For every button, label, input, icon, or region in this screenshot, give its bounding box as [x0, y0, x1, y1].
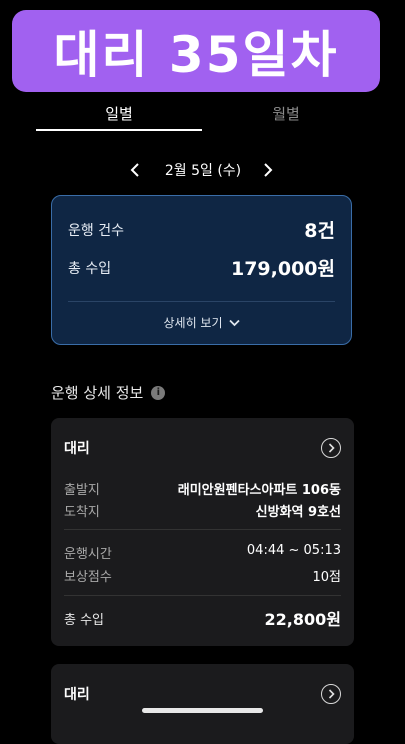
card-divider — [64, 595, 341, 596]
card-divider — [64, 529, 341, 530]
trip-detail-button[interactable] — [321, 684, 341, 704]
title-banner: 대리 35일차 — [12, 10, 380, 92]
income-row: 총 수입 179,000원 — [68, 254, 335, 281]
trip-card-header: 대리 — [64, 438, 341, 458]
drive-time-row: 운행시간 04:44 ~ 05:13 — [64, 543, 341, 562]
info-icon[interactable]: i — [151, 385, 166, 400]
arrival-value: 신방화역 9호선 — [255, 505, 341, 520]
trip-type: 대리 — [64, 687, 90, 703]
drive-time-value: 04:44 ~ 05:13 — [246, 543, 341, 558]
home-indicator[interactable] — [142, 708, 263, 713]
section-title-text: 운행 상세 정보 — [51, 384, 144, 402]
departure-row: 출발지 래미안원펜타스아파트 106동 — [64, 479, 341, 498]
reward-points-value: 10점 — [312, 570, 341, 585]
active-tab-indicator — [36, 129, 202, 131]
show-details-label: 상세히 보기 — [163, 316, 223, 330]
chevron-left-icon — [130, 163, 139, 177]
tab-monthly[interactable]: 월별 — [203, 96, 369, 130]
chevron-down-icon — [228, 319, 240, 326]
trip-card-header: 대리 — [64, 684, 341, 704]
income-value: 179,000원 — [230, 258, 335, 280]
trip-type: 대리 — [64, 441, 90, 457]
trip-card[interactable]: 대리 — [51, 664, 354, 744]
trips-row: 운행 건수 8건 — [68, 216, 335, 243]
prev-date-button[interactable] — [123, 158, 147, 182]
arrival-label: 도착지 — [64, 505, 100, 520]
departure-value: 래미안원펜타스아파트 106동 — [177, 483, 341, 498]
chevron-right-icon — [328, 443, 335, 453]
departure-label: 출발지 — [64, 483, 100, 498]
trips-value: 8건 — [304, 220, 335, 242]
chevron-right-icon — [328, 689, 335, 699]
date-navigator: 2월 5일 (수) — [0, 156, 405, 184]
trip-detail-button[interactable] — [321, 438, 341, 458]
reward-points-label: 보상점수 — [64, 570, 112, 585]
arrival-row: 도착지 신방화역 9호선 — [64, 501, 341, 520]
current-date: 2월 5일 (수) — [164, 163, 242, 179]
trips-label: 운행 건수 — [68, 222, 124, 239]
show-details-button[interactable]: 상세히 보기 — [52, 314, 351, 331]
income-label: 총 수입 — [68, 260, 112, 277]
drive-time-label: 운행시간 — [64, 547, 112, 562]
tab-daily[interactable]: 일별 — [36, 96, 202, 130]
daily-summary-card: 운행 건수 8건 총 수입 179,000원 상세히 보기 — [51, 195, 352, 345]
reward-points-row: 보상점수 10점 — [64, 566, 341, 585]
section-title: 운행 상세 정보 i — [51, 382, 166, 403]
trip-total-row: 총 수입 22,800원 — [64, 606, 341, 630]
trip-total-label: 총 수입 — [64, 612, 105, 628]
chevron-right-icon — [264, 163, 273, 177]
trip-card[interactable]: 대리 출발지 래미안원펜타스아파트 106동 도착지 신방화역 9호선 운행시간… — [51, 418, 354, 646]
next-date-button[interactable] — [256, 158, 280, 182]
summary-divider — [68, 301, 335, 302]
trip-total-value: 22,800원 — [264, 610, 341, 629]
period-tabs: 일별 월별 — [0, 96, 405, 132]
